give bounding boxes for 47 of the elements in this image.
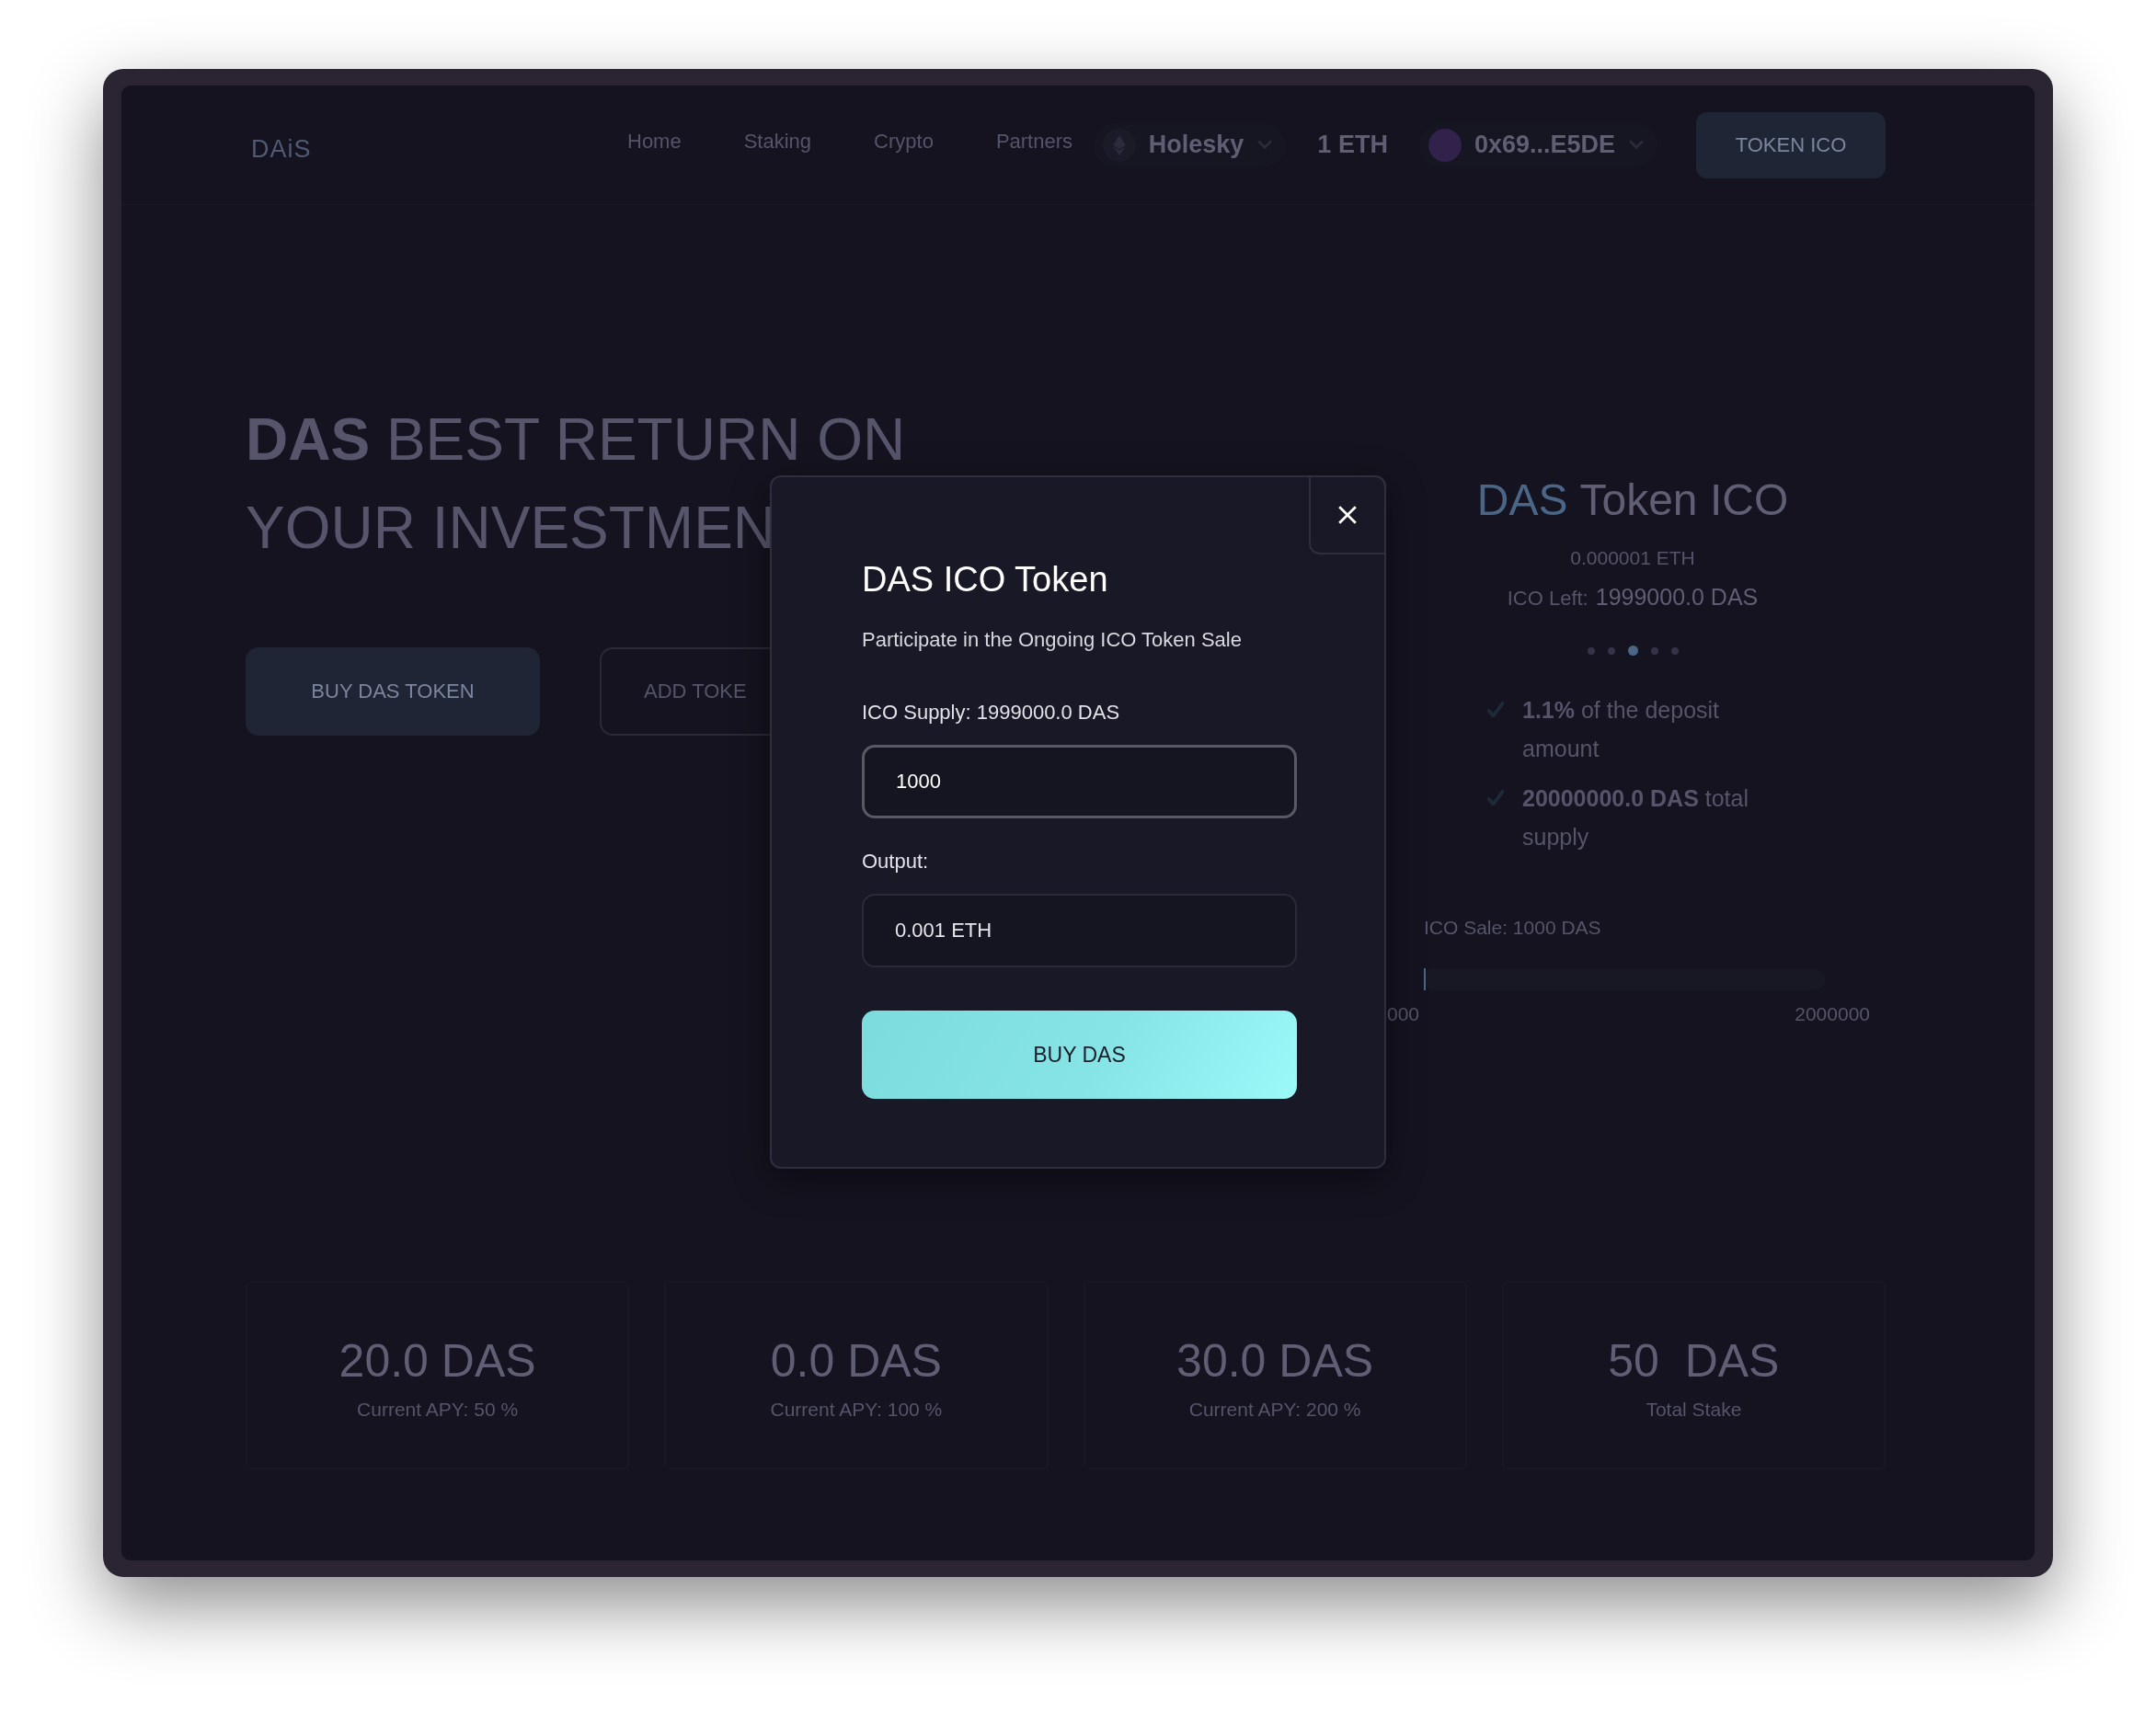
chevron-down-icon	[1256, 140, 1274, 150]
stat-caption: Total Stake	[1646, 1399, 1742, 1421]
logo[interactable]: DAiS	[251, 135, 627, 164]
carousel-dot[interactable]	[1670, 646, 1679, 655]
card-title-prefix: DAS	[1476, 474, 1568, 525]
stat-value: 20.0 DAS	[338, 1334, 536, 1388]
max-label: 2000000	[1795, 1003, 1870, 1025]
modal-title: DAS ICO Token	[862, 559, 1109, 600]
stat-value: 50 DAS	[1608, 1334, 1780, 1388]
sale-label: ICO Sale: 1000 DAS	[1423, 917, 1602, 939]
buy-button[interactable]: BUY DAS	[862, 1011, 1297, 1099]
carousel-dot[interactable]	[1627, 646, 1638, 656]
stat-caption: Current APY: 100 %	[770, 1399, 943, 1421]
token-ico-button[interactable]: TOKEN ICO	[1696, 111, 1886, 178]
supply-label: ICO Supply: 1999000.0 DAS	[862, 701, 1121, 725]
check-icon	[1487, 702, 1504, 717]
modal-subtitle: Participate in the Ongoing ICO Token Sale	[862, 628, 1243, 652]
nav-link[interactable]: Crypto	[874, 129, 934, 154]
stat-caption: Current APY: 50 %	[357, 1399, 519, 1421]
nav-link[interactable]: Home	[627, 129, 682, 154]
min-label: 000	[1387, 1003, 1420, 1025]
check-icon	[1487, 790, 1504, 806]
ico-left-value: 1999000.0 DAS	[1595, 584, 1759, 611]
hero-heading: DAS BEST RETURN ON	[246, 406, 906, 474]
buy-token-button[interactable]: BUY DAS TOKEN	[246, 647, 540, 736]
card-title: Token ICO	[1579, 474, 1789, 525]
hero-heading: YOUR INVESTMEN	[246, 494, 776, 563]
carousel-dot[interactable]	[1587, 646, 1595, 655]
feature-text: 20000000.0 DAS total supply	[1522, 784, 1749, 851]
chevron-down-icon	[1628, 140, 1645, 150]
output-field[interactable]: 0.001 ETH	[862, 894, 1297, 967]
stat-value: 0.0 DAS	[770, 1334, 942, 1388]
balance-text: 1 ETH	[1317, 131, 1388, 159]
carousel-dot[interactable]	[1607, 646, 1615, 655]
close-button[interactable]	[1309, 475, 1386, 554]
avatar-icon	[1428, 128, 1462, 162]
nav-link[interactable]: Staking	[743, 129, 812, 154]
close-icon	[1337, 505, 1358, 525]
stat-value: 30.0 DAS	[1176, 1334, 1374, 1388]
nav-link[interactable]: Partners	[995, 129, 1073, 154]
stat-caption: Current APY: 200 %	[1188, 1399, 1361, 1421]
carousel-dot[interactable]	[1650, 646, 1658, 655]
price-text: 0.000001 ETH	[1570, 547, 1695, 569]
ico-left-label: ICO Left:	[1507, 587, 1588, 611]
feature-text: 1.1% of the deposit amount	[1522, 696, 1721, 763]
output-label: Output:	[862, 850, 930, 874]
amount-input[interactable]: 1000	[862, 745, 1297, 818]
